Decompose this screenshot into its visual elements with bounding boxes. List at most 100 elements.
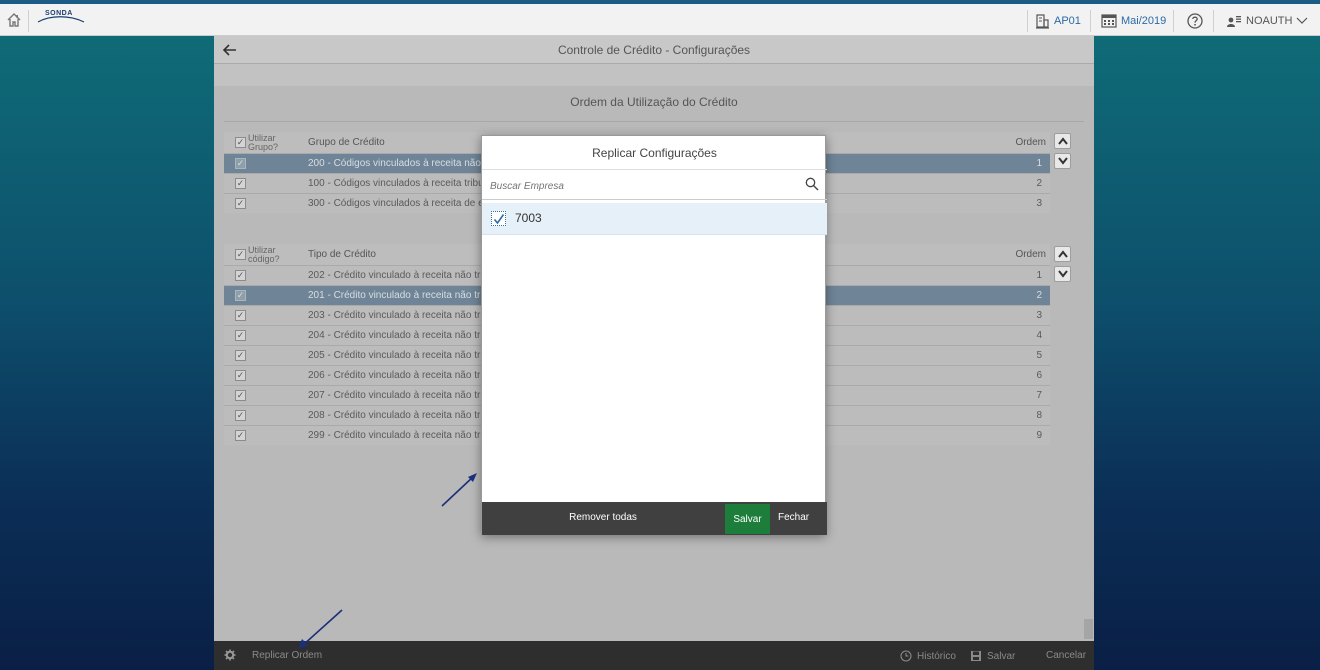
building-icon bbox=[1036, 13, 1049, 29]
sub-toolbar bbox=[214, 64, 1094, 86]
row-order: 8 bbox=[1036, 410, 1042, 421]
help-button[interactable] bbox=[1187, 12, 1203, 30]
item-checkbox[interactable] bbox=[491, 211, 506, 226]
row-checkbox[interactable]: ✓ bbox=[235, 370, 246, 381]
save-label: Salvar bbox=[987, 650, 1016, 662]
remove-all-button[interactable]: Remover todas bbox=[548, 512, 658, 523]
logo-text: SONDA bbox=[45, 10, 73, 17]
row-checkbox[interactable]: ✓ bbox=[235, 330, 246, 341]
list-item[interactable]: 7003 bbox=[482, 203, 827, 235]
row-text: 204 - Crédito vinculado à receita não tr… bbox=[308, 330, 483, 341]
company-selector[interactable]: AP01 bbox=[1035, 12, 1081, 30]
dialog-title: Replicar Configurações bbox=[482, 136, 827, 170]
select-all-checkbox[interactable]: ✓ bbox=[235, 249, 246, 260]
divider bbox=[28, 10, 29, 32]
row-checkbox[interactable]: ✓ bbox=[235, 290, 246, 301]
row-text: 201 - Crédito vinculado à receita não tr… bbox=[308, 290, 483, 301]
history-label: Histórico bbox=[917, 650, 956, 662]
chevron-down-icon bbox=[1058, 157, 1068, 165]
search-bar bbox=[482, 172, 827, 200]
user-menu[interactable]: NOAUTH bbox=[1226, 12, 1308, 30]
item-label: 7003 bbox=[515, 211, 542, 225]
use-code-label: Utilizar código? bbox=[248, 245, 280, 264]
divider bbox=[1213, 10, 1214, 32]
row-checkbox[interactable]: ✓ bbox=[235, 178, 246, 189]
divider bbox=[224, 121, 1084, 122]
period-label: Mai/2019 bbox=[1121, 15, 1167, 27]
column-header: Grupo de Crédito bbox=[308, 137, 385, 148]
row-text: 206 - Crédito vinculado à receita não tr… bbox=[308, 370, 483, 381]
row-checkbox[interactable]: ✓ bbox=[235, 270, 246, 281]
row-order: 2 bbox=[1036, 290, 1042, 301]
order-header: Ordem bbox=[1015, 137, 1046, 148]
row-checkbox[interactable]: ✓ bbox=[235, 390, 246, 401]
move-down-button[interactable] bbox=[1054, 153, 1071, 169]
chevron-down-icon bbox=[1058, 270, 1068, 278]
row-order: 9 bbox=[1036, 430, 1042, 441]
row-order: 6 bbox=[1036, 370, 1042, 381]
cancel-button[interactable]: Cancelar bbox=[1046, 650, 1086, 661]
row-order: 3 bbox=[1036, 310, 1042, 321]
divider bbox=[1027, 10, 1028, 32]
period-selector[interactable]: Mai/2019 bbox=[1101, 12, 1166, 30]
row-text: 100 - Códigos vinculados à receita tribu… bbox=[308, 178, 483, 189]
help-icon bbox=[1187, 13, 1203, 29]
calendar-icon bbox=[1101, 14, 1117, 28]
row-checkbox[interactable]: ✓ bbox=[235, 310, 246, 321]
row-checkbox[interactable]: ✓ bbox=[235, 198, 246, 209]
row-checkbox[interactable]: ✓ bbox=[235, 430, 246, 441]
dialog-save-button[interactable]: Salvar bbox=[725, 504, 770, 534]
chevron-down-icon bbox=[1297, 17, 1308, 24]
history-button[interactable]: Histórico bbox=[900, 650, 956, 662]
search-icon[interactable] bbox=[805, 177, 819, 194]
gear-icon[interactable] bbox=[224, 649, 236, 664]
search-input[interactable] bbox=[490, 176, 800, 196]
annotation-arrow-icon bbox=[298, 609, 343, 649]
save-button[interactable]: Salvar bbox=[970, 650, 1015, 662]
top-bar: SONDA AP01 Mai/2019 NOAUTH bbox=[0, 0, 1320, 36]
move-down-button[interactable] bbox=[1054, 266, 1071, 282]
dialog-footer: Remover todas Salvar Fechar bbox=[482, 502, 827, 535]
home-icon[interactable] bbox=[6, 12, 22, 28]
page-title: Controle de Crédito - Configurações bbox=[557, 43, 751, 57]
scrollbar[interactable] bbox=[1084, 619, 1093, 639]
row-order: 1 bbox=[1036, 270, 1042, 281]
replicate-order-button[interactable]: Replicar Ordem bbox=[252, 650, 322, 661]
row-order: 3 bbox=[1036, 198, 1042, 209]
replicate-dialog: Replicar Configurações 7003 Remover toda… bbox=[481, 135, 827, 535]
row-text: 203 - Crédito vinculado à receita não tr… bbox=[308, 310, 483, 321]
row-text: 205 - Crédito vinculado à receita não tr… bbox=[308, 350, 483, 361]
column-header: Tipo de Crédito bbox=[308, 249, 376, 260]
row-text: 299 - Crédito vinculado à receita não tr… bbox=[308, 430, 483, 441]
chevron-up-icon bbox=[1058, 250, 1068, 258]
row-checkbox[interactable]: ✓ bbox=[235, 158, 246, 169]
row-order: 5 bbox=[1036, 350, 1042, 361]
title-bar: Controle de Crédito - Configurações bbox=[214, 36, 1094, 64]
select-all-checkbox[interactable]: ✓ bbox=[235, 137, 246, 148]
row-text: 300 - Códigos vinculados à receita de ex bbox=[308, 198, 483, 209]
row-text: 208 - Crédito vinculado à receita não tr… bbox=[308, 410, 483, 421]
move-up-button[interactable] bbox=[1054, 133, 1071, 149]
row-order: 1 bbox=[1036, 158, 1042, 169]
company-label: AP01 bbox=[1054, 15, 1081, 27]
row-checkbox[interactable]: ✓ bbox=[235, 350, 246, 361]
bottom-bar: Replicar Ordem Histórico Salvar Cancelar bbox=[214, 641, 1094, 670]
section-title: Ordem da Utilização do Crédito bbox=[570, 95, 738, 109]
row-order: 2 bbox=[1036, 178, 1042, 189]
sonda-logo: SONDA bbox=[36, 10, 88, 26]
dialog-close-button[interactable]: Fechar bbox=[778, 512, 809, 523]
row-order: 4 bbox=[1036, 330, 1042, 341]
annotation-arrow-icon bbox=[441, 473, 477, 507]
row-text: 202 - Crédito vinculado à receita não tr… bbox=[308, 270, 483, 281]
checkmark-icon bbox=[493, 214, 505, 225]
move-up-button[interactable] bbox=[1054, 246, 1071, 262]
row-text: 207 - Crédito vinculado à receita não tr… bbox=[308, 390, 483, 401]
row-order: 7 bbox=[1036, 390, 1042, 401]
divider bbox=[1090, 10, 1091, 32]
user-label: NOAUTH bbox=[1246, 15, 1293, 27]
chevron-up-icon bbox=[1058, 137, 1068, 145]
row-text: 200 - Códigos vinculados à receita não t bbox=[308, 158, 483, 169]
order-header: Ordem bbox=[1015, 249, 1046, 260]
row-checkbox[interactable]: ✓ bbox=[235, 410, 246, 421]
clock-icon bbox=[900, 650, 912, 662]
